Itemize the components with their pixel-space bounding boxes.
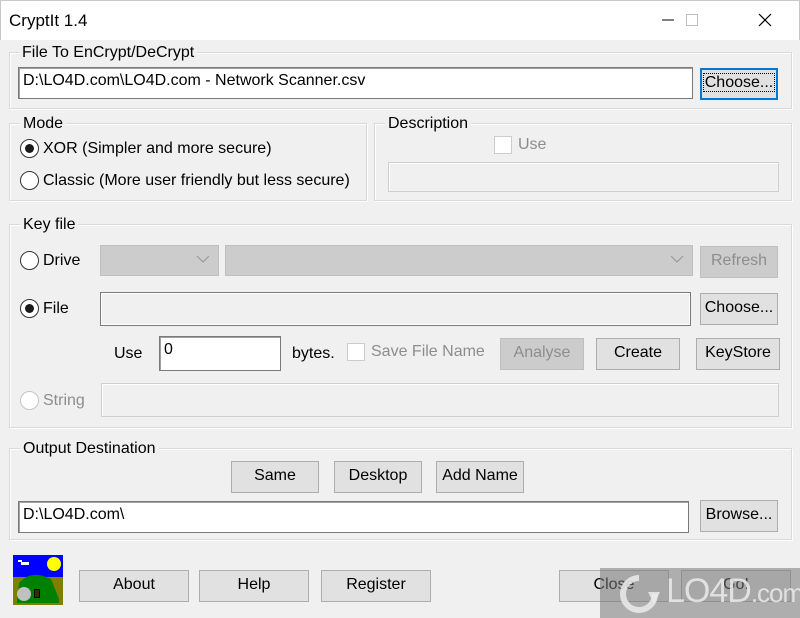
maximize-icon (686, 14, 698, 26)
mode-group-label: Mode (20, 115, 67, 133)
radio-circle (20, 139, 39, 158)
keyfile-string-radio[interactable]: String (20, 391, 85, 410)
create-button[interactable]: Create (596, 338, 680, 370)
folder-select[interactable] (225, 245, 693, 276)
keyfile-drive-label: Drive (43, 251, 81, 269)
save-file-name-label: Save File Name (371, 343, 485, 360)
help-button[interactable]: Help (199, 570, 309, 602)
help-label: Help (237, 576, 271, 593)
save-file-name-checkbox[interactable]: Save File Name (347, 343, 485, 361)
close-icon (758, 13, 772, 27)
about-label: About (113, 576, 155, 593)
file-choose-button[interactable]: Choose... (700, 68, 778, 100)
output-group-label: Output Destination (20, 440, 159, 458)
keyfile-drive-radio[interactable]: Drive (20, 251, 80, 270)
about-button[interactable]: About (79, 570, 189, 602)
file-group-label: File To EnCrypt/DeCrypt (19, 44, 198, 62)
keyfile-string-label: String (43, 391, 85, 409)
mode-xor-radio[interactable]: XOR (Simpler and more secure) (20, 139, 272, 158)
watermark-brand: LO4D (666, 572, 752, 610)
browse-button[interactable]: Browse... (700, 500, 778, 532)
same-label: Same (254, 467, 296, 484)
analyse-label: Analyse (513, 344, 571, 361)
refresh-button[interactable]: Refresh (700, 246, 778, 278)
register-label: Register (346, 576, 406, 593)
bytes-label: bytes. (292, 345, 335, 362)
same-button[interactable]: Same (231, 461, 319, 493)
watermark-logo-icon (620, 575, 660, 613)
chevron-down-icon (196, 255, 210, 263)
drive-select[interactable] (100, 245, 219, 276)
desktop-button[interactable]: Desktop (334, 461, 422, 493)
keyfile-choose-label: Choose... (704, 299, 774, 316)
checkbox-box (494, 136, 512, 154)
mode-classic-label: Classic (More user friendly but less sec… (43, 171, 350, 189)
use-bytes-input[interactable]: 0 (159, 336, 281, 371)
keyfile-file-radio[interactable]: File (20, 299, 69, 318)
close-window-button[interactable] (742, 1, 788, 39)
add-name-label: Add Name (442, 467, 518, 484)
keyfile-file-label: File (43, 299, 69, 317)
desktop-label: Desktop (348, 467, 408, 484)
radio-dot (25, 144, 34, 153)
keystore-button[interactable]: KeyStore (696, 338, 780, 370)
chevron-down-icon (670, 255, 684, 263)
add-name-button[interactable]: Add Name (436, 461, 524, 493)
use-bytes-label: Use (114, 345, 143, 362)
radio-circle (20, 251, 39, 270)
description-use-label: Use (518, 136, 547, 153)
mode-xor-label: XOR (Simpler and more secure) (43, 139, 272, 157)
description-input[interactable] (388, 162, 779, 192)
radio-dot (25, 304, 34, 313)
file-path-input[interactable]: D:\LO4D.com\LO4D.com - Network Scanner.c… (18, 67, 693, 99)
create-label: Create (613, 344, 663, 361)
window-title: CryptIt 1.4 (9, 11, 88, 30)
output-path-input[interactable]: D:\LO4D.com\ (18, 501, 689, 533)
radio-circle (20, 391, 39, 410)
mode-classic-radio[interactable]: Classic (More user friendly but less sec… (20, 171, 350, 190)
watermark-overlay: LO4D.com (600, 568, 800, 618)
keyfile-group-label: Key file (20, 216, 79, 234)
app-logo-icon (13, 555, 63, 605)
keyfile-string-input[interactable] (101, 383, 779, 417)
title-bar: CryptIt 1.4 (0, 0, 800, 40)
description-use-checkbox[interactable]: Use (494, 136, 546, 154)
keystore-label: KeyStore (705, 344, 771, 361)
keyfile-choose-button[interactable]: Choose... (700, 293, 778, 325)
refresh-label: Refresh (710, 252, 768, 269)
radio-circle (20, 299, 39, 318)
browse-label: Browse... (705, 506, 773, 523)
checkbox-box (347, 343, 365, 361)
description-group-label: Description (385, 115, 472, 133)
radio-circle (20, 171, 39, 190)
analyse-button[interactable]: Analyse (500, 338, 584, 370)
watermark-text: LO4D.com (666, 572, 800, 611)
keyfile-path-input[interactable] (100, 292, 691, 326)
maximize-button[interactable] (669, 1, 715, 39)
watermark-suffix: .com (750, 578, 800, 608)
file-choose-label: Choose... (702, 73, 776, 92)
register-button[interactable]: Register (321, 570, 431, 602)
